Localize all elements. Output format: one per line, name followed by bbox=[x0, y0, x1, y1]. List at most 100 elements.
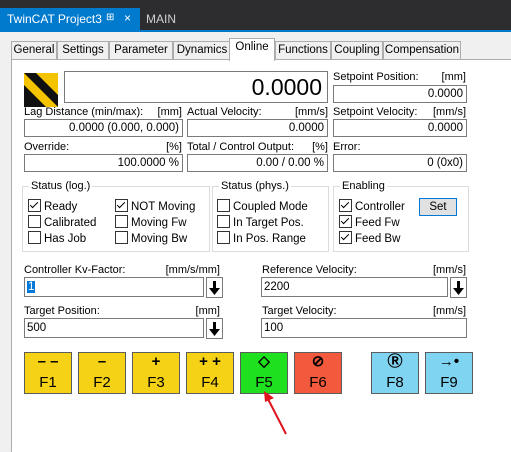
status-log-title: Status (log.) bbox=[31, 180, 91, 192]
checkbox-feed-fw-box[interactable] bbox=[339, 215, 352, 228]
plus-icon: + bbox=[151, 353, 161, 370]
checkbox-controller-box[interactable] bbox=[339, 199, 352, 212]
checkbox-coupled-mode-box[interactable] bbox=[217, 199, 230, 212]
f5-button[interactable]: ◇ F5 bbox=[240, 352, 288, 394]
setpoint-position-value: 0.0000 bbox=[333, 85, 467, 103]
checkbox-moving-fw[interactable]: Moving Fw bbox=[115, 215, 187, 229]
f1-button[interactable]: – – F1 bbox=[24, 352, 72, 394]
checkbox-moving-bw[interactable]: Moving Bw bbox=[115, 231, 187, 245]
doc-tab-title: TwinCAT Project3 bbox=[7, 12, 102, 26]
actual-velocity-unit: [mm/s] bbox=[295, 106, 328, 118]
status-phys-title: Status (phys.) bbox=[221, 180, 289, 192]
checkbox-moving-fw-label: Moving Fw bbox=[131, 217, 187, 229]
checkbox-controller[interactable]: Controller bbox=[339, 199, 405, 213]
checkbox-in-target-pos[interactable]: In Target Pos. bbox=[217, 215, 304, 229]
f2-button[interactable]: – F2 bbox=[78, 352, 126, 394]
checkbox-has-job[interactable]: Has Job bbox=[28, 231, 86, 245]
reference-velocity-label: Reference Velocity: bbox=[262, 264, 357, 276]
diamond-arrow-icon: ◇ bbox=[258, 353, 270, 370]
reference-velocity-unit: [mm/s] bbox=[433, 264, 466, 276]
checkbox-ready[interactable]: Ready bbox=[28, 199, 77, 213]
checkbox-ready-box[interactable] bbox=[28, 199, 41, 212]
enabling-title: Enabling bbox=[342, 180, 385, 192]
f8-button[interactable]: Ⓡ F8 bbox=[371, 352, 419, 394]
f9-button[interactable]: →• F9 bbox=[425, 352, 473, 394]
double-plus-icon: + + bbox=[199, 353, 221, 370]
target-position-input[interactable]: 500 bbox=[24, 318, 204, 338]
doc-tab-twincat-project3[interactable]: TwinCAT Project3 ⊞ × bbox=[0, 8, 140, 30]
actual-velocity-label: Actual Velocity: bbox=[187, 106, 262, 118]
setpoint-velocity-label: Setpoint Velocity: bbox=[333, 106, 418, 118]
lag-distance-value: 0.0000 (0.000, 0.000) bbox=[24, 119, 183, 137]
setpoint-position-unit: [mm] bbox=[441, 71, 466, 83]
setpoint-velocity-value: 0.0000 bbox=[333, 119, 467, 137]
checkbox-feed-fw[interactable]: Feed Fw bbox=[339, 215, 400, 229]
checkbox-has-job-label: Has Job bbox=[44, 233, 87, 245]
tab-general[interactable]: General bbox=[11, 41, 57, 60]
arrow-to-point-icon: →• bbox=[438, 353, 460, 370]
checkbox-coupled-mode[interactable]: Coupled Mode bbox=[217, 199, 308, 213]
arrow-down-icon bbox=[209, 322, 220, 336]
kv-factor-input-value: 1 bbox=[27, 281, 36, 293]
checkbox-not-moving-box[interactable] bbox=[115, 199, 128, 212]
setpoint-velocity-unit: [mm/s] bbox=[433, 106, 466, 118]
f3-button[interactable]: + F3 bbox=[132, 352, 180, 394]
target-velocity-label: Target Velocity: bbox=[262, 305, 337, 317]
tab-online[interactable]: Online bbox=[229, 38, 275, 61]
tab-settings[interactable]: Settings bbox=[57, 41, 109, 60]
kv-factor-label: Controller Kv-Factor: bbox=[24, 264, 126, 276]
setpoint-position-label: Setpoint Position: bbox=[333, 71, 419, 83]
f4-button[interactable]: + + F4 bbox=[186, 352, 234, 394]
lag-distance-label: Lag Distance (min/max): bbox=[24, 106, 144, 118]
tab-coupling[interactable]: Coupling bbox=[331, 41, 383, 60]
actual-position-display: 0.0000 bbox=[64, 71, 328, 103]
kv-factor-download-button[interactable] bbox=[206, 277, 223, 298]
kv-factor-input[interactable]: 1 bbox=[24, 277, 204, 297]
f6-button[interactable]: ⊘ F6 bbox=[294, 352, 342, 394]
tab-dynamics[interactable]: Dynamics bbox=[173, 41, 231, 60]
checkbox-feed-bw[interactable]: Feed Bw bbox=[339, 231, 400, 245]
tab-functions[interactable]: Functions bbox=[275, 41, 331, 60]
tab-parameter[interactable]: Parameter bbox=[109, 41, 173, 60]
checkbox-in-pos-range[interactable]: In Pos. Range bbox=[217, 231, 306, 245]
reset-icon: Ⓡ bbox=[387, 353, 403, 370]
total-output-label: Total / Control Output: bbox=[187, 141, 294, 153]
checkbox-in-pos-range-box[interactable] bbox=[217, 231, 230, 244]
close-icon[interactable]: × bbox=[124, 11, 131, 25]
f5-label: F5 bbox=[255, 374, 273, 391]
doc-tab-main-title: MAIN bbox=[146, 12, 176, 26]
doc-tab-main[interactable]: MAIN bbox=[140, 8, 200, 30]
stop-icon: ⊘ bbox=[311, 353, 325, 370]
checkbox-has-job-box[interactable] bbox=[28, 231, 41, 244]
override-label: Override: bbox=[24, 141, 70, 153]
target-position-unit: [mm] bbox=[195, 305, 220, 317]
target-position-download-button[interactable] bbox=[206, 318, 223, 339]
reference-velocity-input[interactable]: 2200 bbox=[261, 277, 448, 297]
lag-distance-unit: [mm] bbox=[157, 106, 182, 118]
checkbox-calibrated[interactable]: Calibrated bbox=[28, 215, 96, 229]
tab-compensation[interactable]: Compensation bbox=[383, 41, 461, 60]
reference-velocity-download-button[interactable] bbox=[450, 277, 467, 298]
checkbox-calibrated-label: Calibrated bbox=[44, 217, 97, 229]
checkbox-not-moving[interactable]: NOT Moving bbox=[115, 199, 195, 213]
checkbox-in-target-pos-box[interactable] bbox=[217, 215, 230, 228]
actual-velocity-value: 0.0000 bbox=[187, 119, 328, 137]
target-velocity-input[interactable]: 100 bbox=[261, 318, 467, 338]
arrow-down-icon bbox=[209, 281, 220, 295]
enabling-set-button[interactable]: Set bbox=[419, 198, 457, 216]
error-label: Error: bbox=[333, 141, 361, 153]
checkbox-feed-fw-label: Feed Fw bbox=[355, 217, 400, 229]
checkbox-calibrated-box[interactable] bbox=[28, 215, 41, 228]
checkbox-coupled-mode-label: Coupled Mode bbox=[233, 201, 308, 213]
pin-icon[interactable]: ⊞ bbox=[106, 12, 114, 23]
checkbox-feed-bw-box[interactable] bbox=[339, 231, 352, 244]
minus-icon: – bbox=[97, 353, 107, 370]
checkbox-moving-fw-box[interactable] bbox=[115, 215, 128, 228]
f9-label: F9 bbox=[440, 374, 458, 391]
arrow-down-icon bbox=[453, 281, 464, 295]
axis-icon bbox=[24, 73, 58, 107]
f8-label: F8 bbox=[386, 374, 404, 391]
checkbox-in-target-pos-label: In Target Pos. bbox=[233, 217, 304, 229]
override-unit: [%] bbox=[166, 141, 182, 153]
checkbox-moving-bw-box[interactable] bbox=[115, 231, 128, 244]
